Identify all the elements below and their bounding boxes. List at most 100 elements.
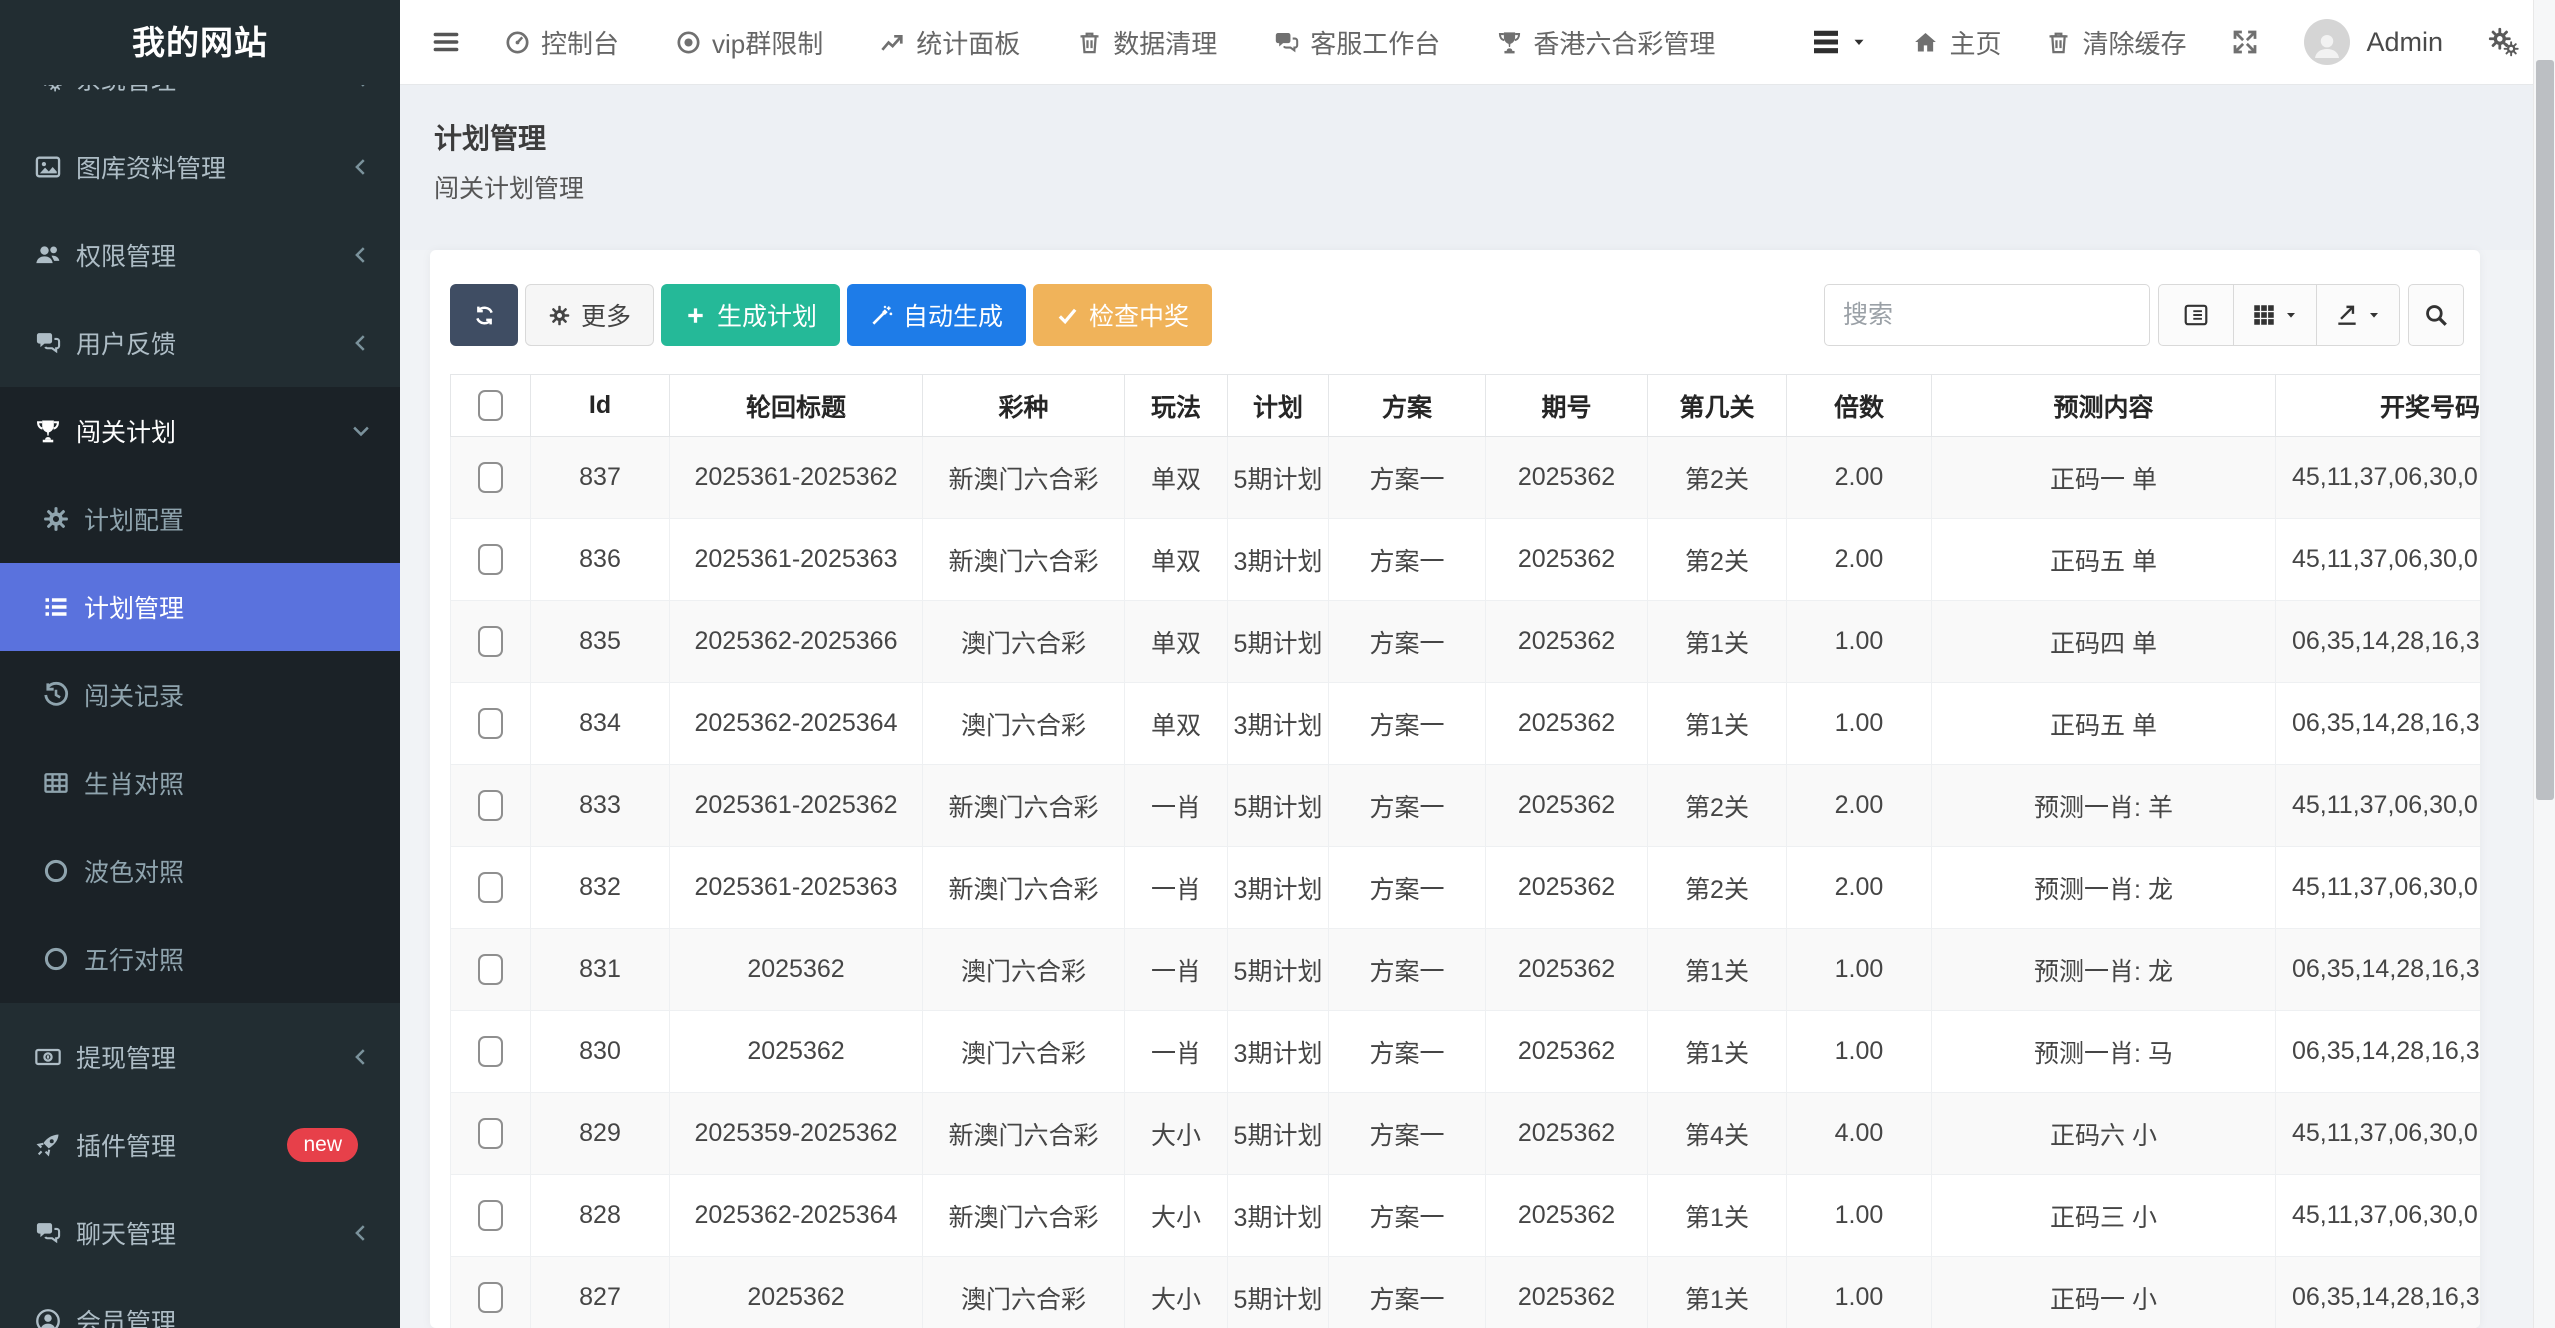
sidebar-item-bose-compare[interactable]: 波色对照	[0, 827, 400, 915]
columns-dropdown-button[interactable]	[2233, 284, 2317, 346]
sidebar-item-gallery[interactable]: 图库资料管理	[0, 123, 400, 211]
cell-multiple: 1.00	[1787, 601, 1932, 683]
row-checkbox[interactable]	[478, 1200, 503, 1231]
cell-level: 第2关	[1648, 437, 1787, 519]
chart-line-icon	[879, 29, 906, 56]
column-header-lottery: 彩种	[923, 375, 1125, 437]
export-dropdown-button[interactable]	[2316, 284, 2400, 346]
sidebar-item-wuxing-compare[interactable]: 五行对照	[0, 915, 400, 1003]
nav-console[interactable]: 控制台	[504, 24, 619, 61]
more-button[interactable]: 更多	[525, 284, 654, 346]
sidebar-item-plugin[interactable]: 插件管理new	[0, 1101, 400, 1189]
nav-service-desk[interactable]: 客服工作台	[1273, 24, 1440, 61]
table-row: 8302025362澳门六合彩一肖3期计划方案一2025362第1关1.00预测…	[451, 1011, 2481, 1093]
column-header-play: 玩法	[1125, 375, 1228, 437]
sidebar-item-feedback[interactable]: 用户反馈	[0, 299, 400, 387]
chevron-left-icon	[350, 332, 372, 354]
cell-plan: 3期计划	[1228, 519, 1329, 601]
cell-prediction: 正码一 单	[1932, 437, 2276, 519]
detail-view-button[interactable]	[2158, 284, 2234, 346]
cell-lottery: 澳门六合彩	[923, 1257, 1125, 1328]
nav-hk-lottery[interactable]: 香港六合彩管理	[1496, 24, 1715, 61]
refresh-button[interactable]	[450, 284, 518, 346]
page-scrollbar[interactable]	[2533, 0, 2555, 1328]
table-row: 8342025362-2025364澳门六合彩单双3期计划方案一2025362第…	[451, 683, 2481, 765]
row-select-cell	[451, 765, 531, 847]
sidebar-item-member[interactable]: 会员管理	[0, 1277, 400, 1328]
fullscreen-button[interactable]	[2230, 27, 2260, 57]
table-row: 8312025362澳门六合彩一肖5期计划方案一2025362第1关1.00预测…	[451, 929, 2481, 1011]
sidebar-item-zodiac-compare[interactable]: 生肖对照	[0, 739, 400, 827]
table-row: 8352025362-2025366澳门六合彩单双5期计划方案一2025362第…	[451, 601, 2481, 683]
row-checkbox[interactable]	[478, 872, 503, 903]
table-row: 8332025361-2025362新澳门六合彩一肖5期计划方案一2025362…	[451, 765, 2481, 847]
row-checkbox[interactable]	[478, 1282, 503, 1313]
table-row: 8292025359-2025362新澳门六合彩大小5期计划方案一2025362…	[451, 1093, 2481, 1175]
cell-scheme: 方案一	[1329, 1093, 1486, 1175]
nav-item-label: 数据清理	[1113, 24, 1217, 61]
sidebar-item-plan-manage[interactable]: 计划管理	[0, 563, 400, 651]
cell-prediction: 正码六 小	[1932, 1093, 2276, 1175]
nav-stats-panel[interactable]: 统计面板	[879, 24, 1020, 61]
settings-gears-icon[interactable]	[2487, 26, 2519, 58]
row-checkbox[interactable]	[478, 462, 503, 493]
cell-scheme: 方案一	[1329, 519, 1486, 601]
nav-home[interactable]: 主页	[1912, 24, 2001, 61]
row-checkbox[interactable]	[478, 544, 503, 575]
sidebar-item-auth[interactable]: 权限管理	[0, 211, 400, 299]
row-checkbox[interactable]	[478, 626, 503, 657]
row-checkbox[interactable]	[478, 790, 503, 821]
sidebar-item-withdraw[interactable]: 提现管理	[0, 1013, 400, 1101]
search-input[interactable]	[1824, 284, 2150, 346]
cell-scheme: 方案一	[1329, 601, 1486, 683]
cell-play: 一肖	[1125, 1011, 1228, 1093]
chevron-left-icon	[350, 1222, 372, 1244]
auto-generate-button[interactable]: 自动生成	[847, 284, 1026, 346]
row-checkbox[interactable]	[478, 954, 503, 985]
generate-plan-button[interactable]: 生成计划	[661, 284, 840, 346]
cell-plan: 5期计划	[1228, 601, 1329, 683]
avatar	[2304, 19, 2350, 65]
cell-prediction: 预测一肖: 羊	[1932, 765, 2276, 847]
scrollbar-thumb[interactable]	[2536, 60, 2554, 800]
list-icon	[38, 593, 74, 621]
select-all-checkbox[interactable]	[478, 390, 503, 421]
sidebar-item-chat[interactable]: 聊天管理	[0, 1189, 400, 1277]
cell-issue: 2025362	[1486, 1093, 1648, 1175]
sidebar-item-challenge-plan[interactable]: 闯关计划	[0, 387, 400, 475]
sidebar-item-plan-config[interactable]: 计划配置	[0, 475, 400, 563]
sidebar-item-label: 闯关记录	[84, 677, 184, 713]
row-checkbox[interactable]	[478, 1036, 503, 1067]
cell-scheme: 方案一	[1329, 1257, 1486, 1328]
cell-id: 837	[531, 437, 670, 519]
search-button[interactable]	[2408, 284, 2464, 346]
table-row: 8282025362-2025364新澳门六合彩大小3期计划方案一2025362…	[451, 1175, 2481, 1257]
main-card: 更多 生成计划 自动生成 检查中奖 Id轮回标题彩种玩法计划方案期号第几关倍数预…	[430, 250, 2480, 1328]
sidebar-item-label: 提现管理	[76, 1039, 176, 1075]
sidebar-item-challenge-record[interactable]: 闯关记录	[0, 651, 400, 739]
user-circle-icon	[30, 1307, 66, 1328]
cell-title: 2025362-2025364	[670, 683, 923, 765]
chevron-down-icon	[350, 420, 372, 442]
new-badge: new	[287, 1128, 358, 1161]
check-win-button[interactable]: 检查中奖	[1033, 284, 1212, 346]
nav-data-clean[interactable]: 数据清理	[1076, 24, 1217, 61]
user-menu[interactable]: Admin	[2304, 19, 2443, 65]
nav-clear-cache[interactable]: 清除缓存	[2045, 24, 2186, 61]
cell-level: 第1关	[1648, 683, 1787, 765]
cell-multiple: 2.00	[1787, 437, 1932, 519]
nav-vip-limit[interactable]: vip群限制	[675, 24, 823, 61]
sidebar-item-label: 权限管理	[76, 237, 176, 273]
cell-id: 833	[531, 765, 670, 847]
row-checkbox[interactable]	[478, 1118, 503, 1149]
row-checkbox[interactable]	[478, 708, 503, 739]
nav-menu-dropdown[interactable]	[1808, 26, 1868, 58]
cell-lottery: 新澳门六合彩	[923, 1093, 1125, 1175]
cell-numbers: 06,35,14,28,16,3	[2276, 1011, 2481, 1093]
row-select-cell	[451, 1175, 531, 1257]
nav-item-label: 香港六合彩管理	[1533, 24, 1715, 61]
cell-id: 831	[531, 929, 670, 1011]
cell-id: 834	[531, 683, 670, 765]
column-header-numbers: 开奖号码	[2276, 375, 2481, 437]
hamburger-icon[interactable]	[430, 27, 462, 57]
